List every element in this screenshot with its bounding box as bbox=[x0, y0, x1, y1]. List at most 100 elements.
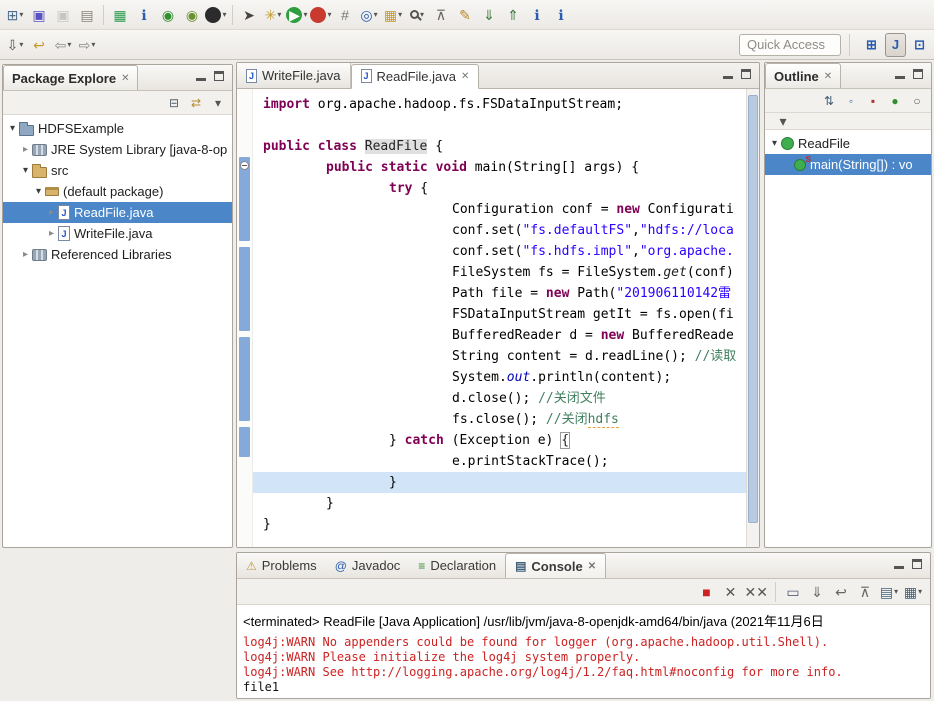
close-view-icon[interactable]: ✕ bbox=[121, 73, 129, 84]
expander-icon[interactable]: ▾ bbox=[768, 138, 781, 149]
clear-console-button[interactable]: ▭ bbox=[783, 582, 803, 602]
next-annotation-button[interactable]: ⇓ bbox=[478, 4, 500, 26]
last-edit-location-button[interactable]: ↩ bbox=[28, 34, 50, 56]
editor-scrollbar[interactable] bbox=[746, 89, 759, 547]
code-line[interactable]: String content = d.readLine(); //读取 bbox=[253, 346, 746, 367]
show-source-button[interactable]: ℹ bbox=[526, 4, 548, 26]
tab-console[interactable]: ▤ Console ✕ bbox=[505, 553, 607, 578]
open-browser-button[interactable]: ◎ ▾ bbox=[358, 4, 380, 26]
expander-icon[interactable]: ▸ bbox=[45, 228, 58, 239]
code-line[interactable]: try { bbox=[253, 178, 746, 199]
scrollbar-thumb[interactable] bbox=[748, 95, 758, 523]
outline-item[interactable]: Smain(String[]) : vo bbox=[765, 154, 931, 175]
save-button[interactable]: ▣ bbox=[28, 4, 50, 26]
code-line[interactable] bbox=[253, 115, 746, 136]
code-line[interactable]: Path file = new Path("201906110142雷 bbox=[253, 283, 746, 304]
expander-icon[interactable]: ▾ bbox=[32, 186, 45, 197]
remove-all-launches-button[interactable]: ✕✕ bbox=[745, 582, 768, 602]
hide-static-button[interactable]: ▪ bbox=[864, 92, 882, 110]
maximize-button[interactable] bbox=[912, 559, 922, 569]
close-tab-icon[interactable]: ✕ bbox=[461, 71, 469, 82]
minimize-button[interactable] bbox=[196, 72, 206, 81]
package-explorer-item[interactable]: ▾ HDFSExample bbox=[3, 118, 232, 139]
code-line[interactable]: conf.set("fs.defaultFS","hdfs://loca bbox=[253, 220, 746, 241]
new-java-project-button[interactable]: ▦ bbox=[109, 4, 131, 26]
code-line[interactable]: BufferedReader d = new BufferedReade bbox=[253, 325, 746, 346]
code-line[interactable]: Configuration conf = new Configurati bbox=[253, 199, 746, 220]
new-menu-button[interactable]: ✳ ▾ bbox=[262, 4, 284, 26]
code-line[interactable]: } bbox=[253, 514, 746, 535]
code-line[interactable]: System.out.println(content); bbox=[253, 367, 746, 388]
view-menu-button[interactable]: ▾ bbox=[209, 94, 227, 112]
link-with-editor-button[interactable]: ⇄ bbox=[187, 94, 205, 112]
view-menu-button[interactable]: ▾ bbox=[772, 110, 794, 132]
package-explorer-item[interactable]: ▾ (default package) bbox=[3, 181, 232, 202]
profile-button[interactable]: ▾ bbox=[310, 4, 332, 26]
close-view-icon[interactable]: ✕ bbox=[824, 71, 832, 82]
pin-console-button[interactable]: ⊼ bbox=[855, 582, 875, 602]
package-explorer-item[interactable]: ▸ J ReadFile.java bbox=[3, 202, 232, 223]
save-all-button[interactable]: ▣ bbox=[52, 4, 74, 26]
forward-button[interactable]: ⇨ ▾ bbox=[76, 34, 98, 56]
code-line[interactable]: } bbox=[253, 493, 746, 514]
javaee-perspective-button[interactable]: ⊡ bbox=[908, 33, 931, 57]
tab-declaration[interactable]: ≡ Declaration bbox=[409, 553, 505, 578]
code-area[interactable]: import org.apache.hadoop.fs.FSDataInputS… bbox=[253, 89, 746, 547]
back-to-last-edit-button[interactable]: ⇩ ▾ bbox=[4, 34, 26, 56]
minimize-button[interactable] bbox=[894, 560, 904, 569]
code-line[interactable]: FileSystem fs = FileSystem.get(conf) bbox=[253, 262, 746, 283]
open-task-button[interactable]: ▦ ▾ bbox=[382, 4, 404, 26]
expander-icon[interactable]: ▸ bbox=[19, 249, 32, 260]
package-explorer-item[interactable]: ▸ JRE System Library [java-8-op bbox=[3, 139, 232, 160]
collapse-all-button[interactable]: ⊟ bbox=[165, 94, 183, 112]
package-explorer-item[interactable]: ▸ J WriteFile.java bbox=[3, 223, 232, 244]
package-explorer-tab[interactable]: Package Explore ✕ bbox=[3, 65, 139, 90]
pin-editor-button[interactable]: ⊼ bbox=[430, 4, 452, 26]
open-console-button[interactable]: ▦ ▾ bbox=[903, 582, 923, 602]
maximize-button[interactable] bbox=[214, 71, 224, 81]
code-line[interactable]: public class ReadFile { bbox=[253, 136, 746, 157]
code-line[interactable]: import org.apache.hadoop.fs.FSDataInputS… bbox=[253, 94, 746, 115]
code-line[interactable]: d.close(); //关闭文件 bbox=[253, 388, 746, 409]
open-type-button[interactable]: ◉ bbox=[157, 4, 179, 26]
editor-tab-writefile-java[interactable]: J WriteFile.java bbox=[237, 63, 351, 88]
remove-launch-button[interactable]: ✕ bbox=[721, 582, 741, 602]
expander-icon[interactable]: ▾ bbox=[6, 123, 19, 134]
show-javadoc-button[interactable]: ℹ bbox=[550, 4, 572, 26]
code-line[interactable]: } catch (Exception e) { bbox=[253, 430, 746, 451]
display-console-button[interactable]: ▤ ▾ bbox=[879, 582, 899, 602]
tab-javadoc[interactable]: @ Javadoc bbox=[326, 553, 410, 578]
new-wizard-button[interactable]: ⊞ ▾ bbox=[4, 4, 26, 26]
outline-item[interactable]: ▾ ReadFile bbox=[765, 133, 931, 154]
select-tool-button[interactable]: ➤ bbox=[238, 4, 260, 26]
code-line[interactable]: fs.close(); //关闭hdfs bbox=[253, 409, 746, 430]
minimize-button[interactable] bbox=[723, 70, 733, 79]
run-button[interactable]: ▶ ▾ bbox=[286, 4, 308, 26]
code-line[interactable]: FSDataInputStream getIt = fs.open(fi bbox=[253, 304, 746, 325]
junit-button[interactable]: ◉ bbox=[181, 4, 203, 26]
scroll-lock-button[interactable]: ⇓ bbox=[807, 582, 827, 602]
sort-button[interactable]: ⇅ bbox=[820, 92, 838, 110]
grid-button[interactable]: # bbox=[334, 4, 356, 26]
fold-collapse-icon[interactable] bbox=[240, 161, 249, 170]
quick-access-input[interactable]: Quick Access bbox=[738, 33, 841, 56]
expander-icon[interactable]: ▾ bbox=[19, 165, 32, 176]
console-output[interactable]: <terminated> ReadFile [Java Application]… bbox=[237, 606, 930, 698]
maximize-button[interactable] bbox=[741, 69, 751, 79]
code-line[interactable]: e.printStackTrace(); bbox=[253, 451, 746, 472]
previous-annotation-button[interactable]: ⇑ bbox=[502, 4, 524, 26]
code-line[interactable]: public static void main(String[] args) { bbox=[253, 157, 746, 178]
mark-occurrences-button[interactable]: ✎ bbox=[454, 4, 476, 26]
tab-problems[interactable]: ⚠ Problems bbox=[237, 553, 326, 578]
back-button[interactable]: ⇦ ▾ bbox=[52, 34, 74, 56]
search-button[interactable]: ▾ bbox=[406, 4, 428, 26]
word-wrap-button[interactable]: ↩ bbox=[831, 582, 851, 602]
outline-tab[interactable]: Outline ✕ bbox=[765, 63, 842, 88]
java-perspective-button[interactable]: J bbox=[884, 32, 907, 57]
expander-icon[interactable]: ▸ bbox=[19, 144, 32, 155]
close-tab-icon[interactable]: ✕ bbox=[588, 561, 596, 572]
user-button[interactable]: ▾ bbox=[205, 4, 227, 26]
hide-local-types-button[interactable]: ○ bbox=[908, 92, 926, 110]
expander-icon[interactable]: ▸ bbox=[45, 207, 58, 218]
open-perspective-button[interactable]: ⊞ bbox=[860, 33, 883, 57]
